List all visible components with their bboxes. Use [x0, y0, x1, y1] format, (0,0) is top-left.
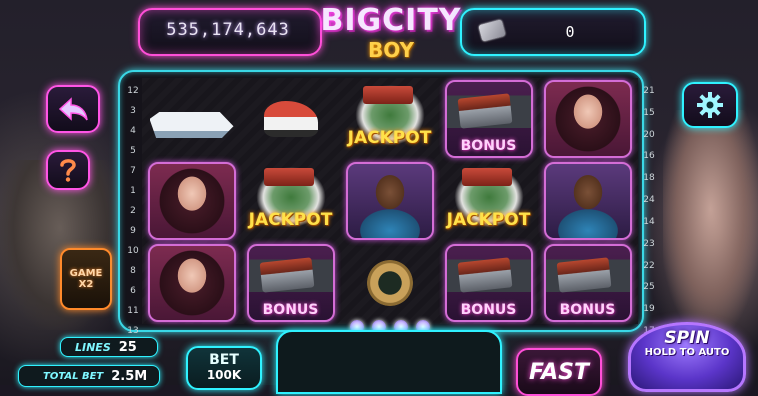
settings-button[interactable]: [682, 82, 738, 128]
fast-button[interactable]: FAST: [516, 348, 602, 396]
lines-label: LINES: [75, 340, 111, 354]
total-bet-display: TOTAL BET 2.5M: [18, 365, 160, 387]
symbol-bonus: BONUS: [444, 244, 533, 322]
help-button[interactable]: [46, 150, 90, 190]
payline-number: 15: [643, 107, 655, 118]
payline-number: 13: [127, 326, 139, 336]
reel-cell: [241, 78, 340, 160]
reel-cell: [340, 242, 439, 324]
reel-cell: JACKPOT: [439, 160, 538, 242]
reel-cell: JACKPOT: [241, 160, 340, 242]
credits-value: 535,174,643: [166, 20, 290, 40]
payline-number: 3: [130, 106, 136, 116]
symbol-girl: [147, 162, 236, 240]
payline-number: 20: [643, 129, 655, 140]
reel-cell: [142, 242, 241, 324]
payline-number: 18: [643, 173, 655, 184]
symbol-yacht: [149, 107, 234, 139]
payline-number: 25: [643, 282, 655, 293]
win-value: 0: [565, 23, 575, 41]
symbol-man: [543, 162, 632, 240]
bonus-label: BONUS: [262, 302, 319, 318]
lines-display: LINES 25: [60, 337, 158, 357]
payline-number: 8: [130, 266, 136, 276]
reel-cell: [538, 160, 637, 242]
symbol-jackpot: JACKPOT: [344, 80, 435, 158]
game-title: BIGCITY: [320, 3, 462, 38]
payline-number: 11: [127, 306, 139, 316]
background-figure-right: [663, 110, 758, 330]
jackpot-label: JACKPOT: [347, 128, 432, 148]
back-button[interactable]: [46, 85, 100, 133]
reel-cell: BONUS: [241, 242, 340, 324]
reel-cell: [142, 160, 241, 242]
question-icon: [60, 159, 76, 182]
symbol-man: [345, 162, 434, 240]
payline-number: 16: [643, 151, 655, 162]
symbol-jackpot: JACKPOT: [245, 162, 336, 240]
center-panel: [276, 330, 502, 394]
payline-number: 22: [643, 260, 655, 271]
reel-cell: [538, 78, 637, 160]
jackpot-label: JACKPOT: [248, 210, 333, 230]
symbol-bonus: BONUS: [246, 244, 335, 322]
payline-number: 23: [643, 238, 655, 249]
game-multiplier: X2: [78, 279, 94, 290]
reel-cell: [340, 160, 439, 242]
game-x2-button[interactable]: GAME X2: [60, 248, 112, 310]
reel-cell: BONUS: [439, 242, 538, 324]
payline-number: 6: [130, 286, 136, 296]
payline-number: 9: [130, 226, 136, 236]
reel-grid: JACKPOT BONUS JACKPOT JACKPOT BONUS BONUS BONU…: [142, 78, 638, 324]
bonus-label: BONUS: [460, 138, 517, 154]
symbol-bonus: BONUS: [543, 244, 632, 322]
symbol-jackpot: JACKPOT: [443, 162, 534, 240]
payline-number: 5: [130, 146, 136, 156]
reel-cell: BONUS: [538, 242, 637, 324]
bet-label: BET: [209, 352, 239, 368]
payline-number: 14: [643, 216, 655, 227]
reel-cell: [142, 78, 241, 160]
payline-number: 4: [130, 126, 136, 136]
symbol-bonus: BONUS: [444, 80, 533, 158]
reel-cell: BONUS: [439, 78, 538, 160]
bet-button[interactable]: BET 100K: [186, 346, 262, 390]
game-subtitle: BOY: [367, 38, 414, 62]
symbol-girl: [543, 80, 632, 158]
payline-number: 19: [643, 304, 655, 315]
lines-value: 25: [118, 339, 137, 355]
spin-label: SPIN: [664, 328, 710, 348]
reel-cell: JACKPOT: [340, 78, 439, 160]
back-arrow-icon: [58, 97, 88, 121]
payline-number: 2: [130, 206, 136, 216]
symbol-sneaker: [263, 101, 318, 137]
payline-number: 24: [643, 195, 655, 206]
symbol-girl: [147, 244, 236, 322]
payline-number: 10: [127, 246, 139, 256]
jackpot-label: JACKPOT: [446, 210, 531, 230]
spin-button[interactable]: SPIN HOLD TO AUTO: [628, 322, 746, 392]
spin-sub-label: HOLD TO AUTO: [644, 347, 730, 358]
payline-number: 12: [127, 86, 139, 96]
bet-value: 100K: [206, 368, 242, 382]
payline-number: 21: [643, 86, 655, 96]
symbol-watch: [366, 260, 413, 306]
total-bet-label: TOTAL BET: [43, 370, 104, 382]
payline-number: 1: [130, 186, 136, 196]
bonus-label: BONUS: [559, 302, 616, 318]
game-label: GAME: [69, 268, 103, 279]
payline-number: 7: [130, 166, 136, 176]
bonus-label: BONUS: [460, 302, 517, 318]
gear-icon: [697, 92, 723, 118]
total-bet-value: 2.5M: [111, 368, 148, 384]
